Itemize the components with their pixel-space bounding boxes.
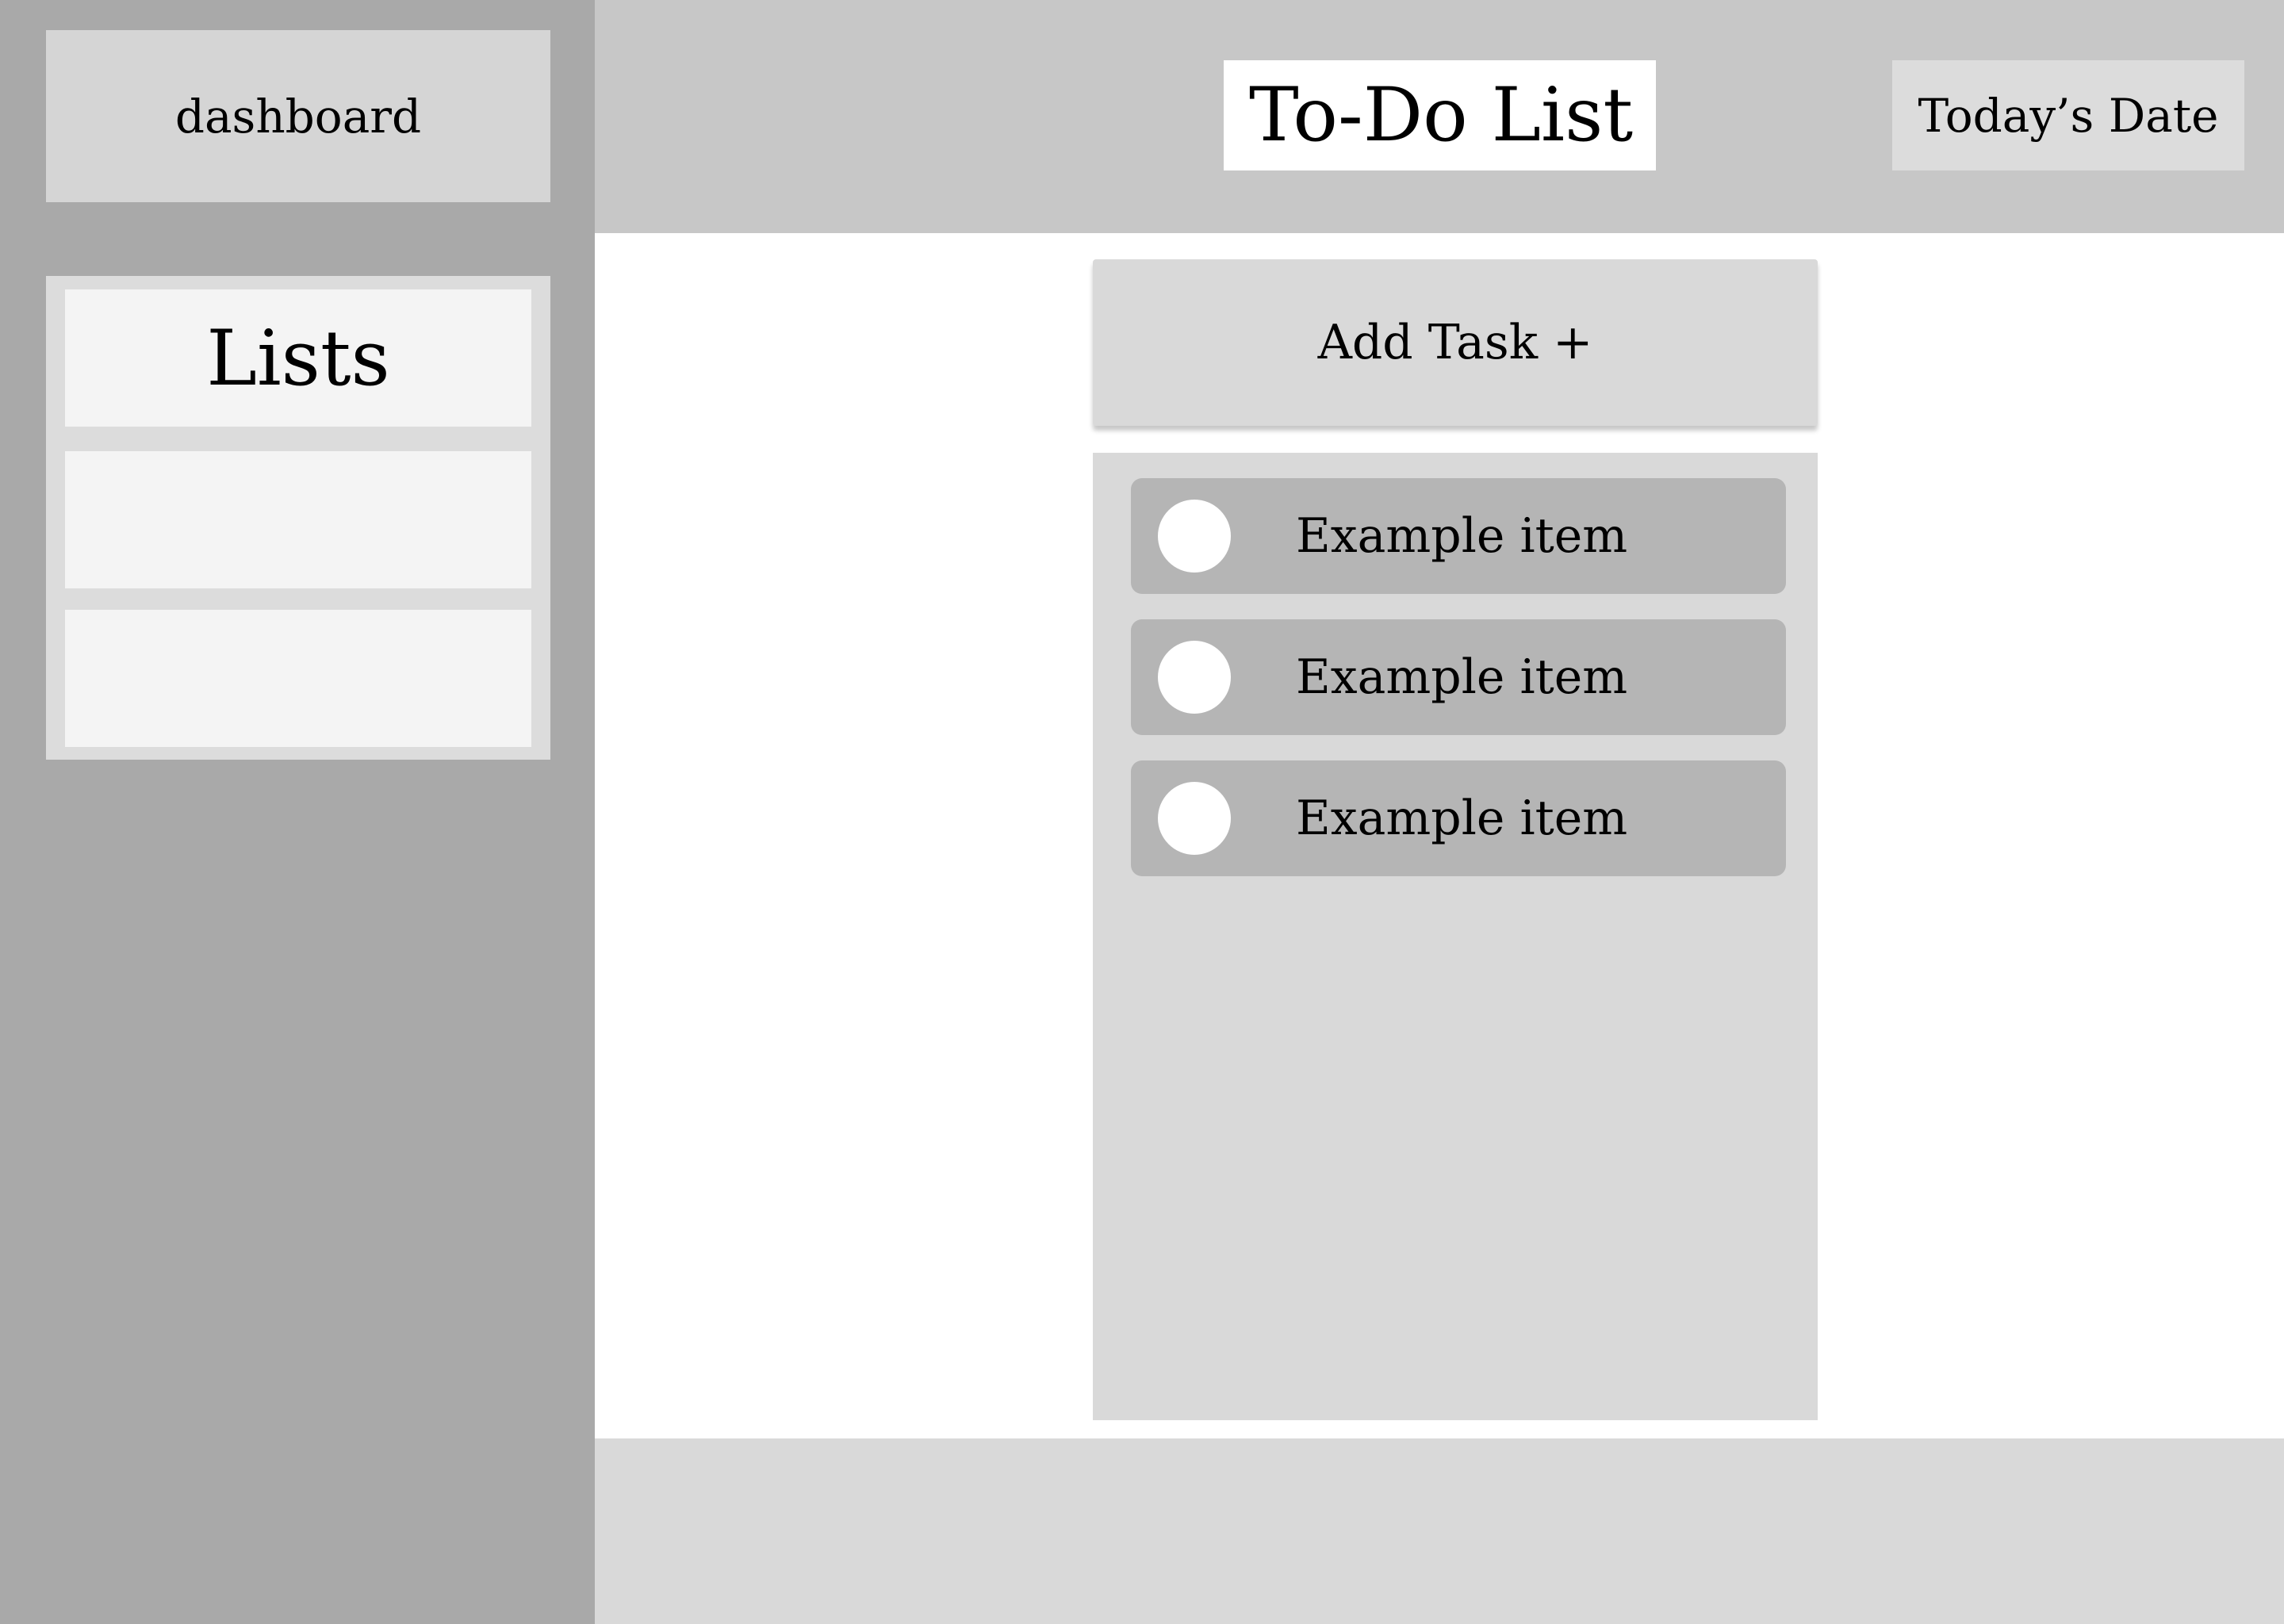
footer-bar (595, 1438, 2284, 1624)
page-title-label: To-Do List (1249, 72, 1634, 159)
lists-panel: Lists (46, 276, 550, 760)
sidebar: dashboard Lists (0, 0, 595, 1624)
task-list: Example item Example item Example item (1093, 453, 1818, 1420)
list-slot[interactable] (65, 451, 531, 588)
task-label: Example item (1296, 649, 1628, 705)
list-slot[interactable] (65, 610, 531, 747)
task-label: Example item (1296, 508, 1628, 564)
todays-date: Today’s Date (1892, 60, 2244, 170)
lists-heading: Lists (65, 289, 531, 427)
task-checkbox[interactable] (1158, 500, 1231, 573)
task-item[interactable]: Example item (1131, 619, 1786, 735)
header-bar: To-Do List Today’s Date (595, 0, 2284, 233)
add-task-button[interactable]: Add Task + (1093, 259, 1818, 426)
todays-date-label: Today’s Date (1918, 88, 2219, 143)
task-checkbox[interactable] (1158, 782, 1231, 855)
task-item[interactable]: Example item (1131, 478, 1786, 594)
dashboard-button-label: dashboard (174, 89, 422, 144)
dashboard-button[interactable]: dashboard (46, 30, 550, 202)
task-item[interactable]: Example item (1131, 760, 1786, 876)
page-title: To-Do List (1224, 60, 1656, 170)
task-checkbox[interactable] (1158, 641, 1231, 714)
task-label: Example item (1296, 791, 1628, 846)
add-task-label: Add Task + (1317, 315, 1593, 370)
lists-heading-label: Lists (206, 313, 390, 403)
